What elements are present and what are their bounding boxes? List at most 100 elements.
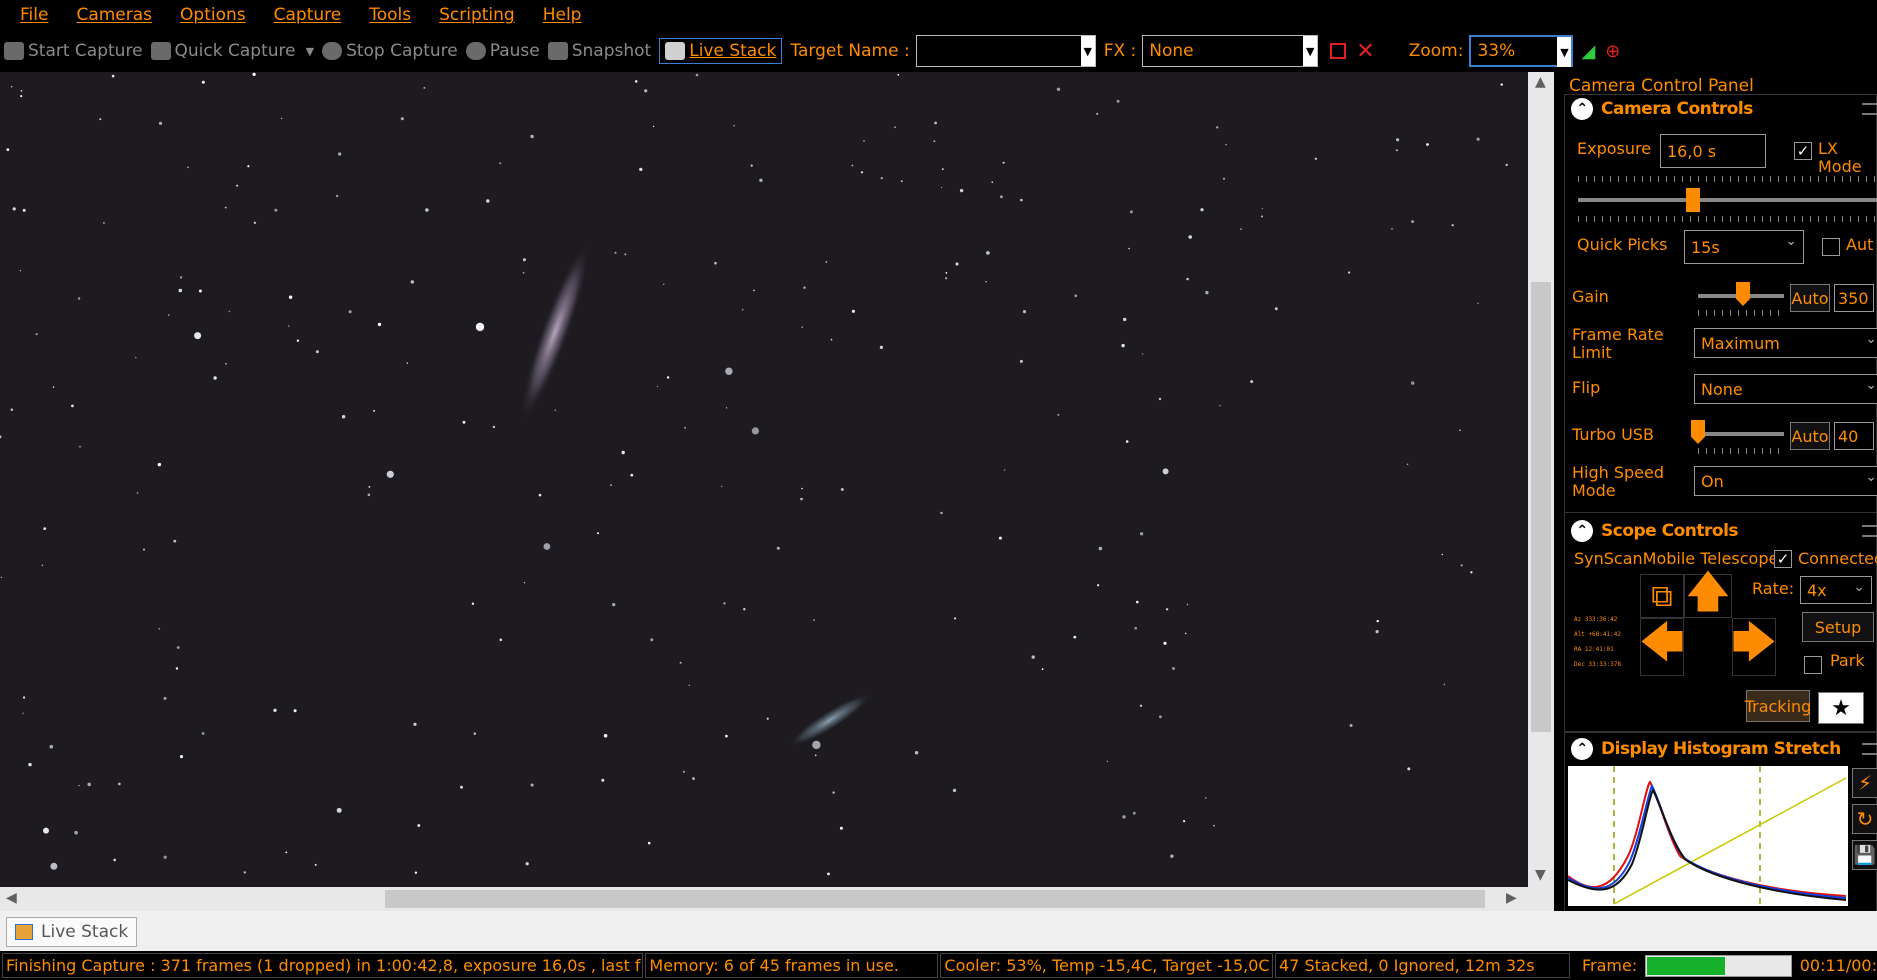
live-stack-icon — [665, 42, 686, 60]
star — [410, 280, 414, 284]
star — [530, 783, 534, 787]
exposure-slider-thumb[interactable] — [1686, 188, 1700, 212]
star — [880, 177, 883, 180]
vertical-scrollbar[interactable]: ▲ ▼ — [1528, 72, 1554, 887]
chevron-up-icon[interactable]: ⌃ — [1571, 520, 1593, 542]
connected-checkbox[interactable]: ✓ — [1774, 550, 1792, 568]
exposure-slider[interactable] — [1578, 198, 1877, 202]
chevron-up-icon[interactable]: ⌃ — [1571, 738, 1593, 760]
arrow-left-icon[interactable]: 🡄 — [1639, 617, 1685, 676]
dropdown-arrow-icon[interactable]: ▼ — [1080, 36, 1095, 66]
star — [614, 251, 617, 254]
star — [118, 782, 121, 786]
turbo-auto-button[interactable]: Auto — [1790, 422, 1830, 450]
menu-capture[interactable]: Capture — [274, 5, 342, 25]
flip-dropdown[interactable]: None — [1694, 374, 1877, 404]
lx-mode-checkbox[interactable]: ✓ — [1794, 142, 1812, 160]
gain-auto-button[interactable]: Auto — [1790, 284, 1830, 312]
scope-coord-alt: Alt +68:41:42 — [1574, 631, 1621, 638]
star — [682, 770, 686, 773]
grip-icon[interactable] — [1862, 743, 1877, 755]
zoom-fit-icon[interactable]: ⊕ — [1605, 41, 1620, 62]
scroll-left-icon[interactable]: ◀ — [6, 890, 17, 906]
star — [650, 638, 654, 642]
live-stack-button[interactable]: Live Stack — [659, 38, 783, 64]
star — [236, 184, 239, 187]
star — [621, 450, 625, 455]
scroll-right-icon[interactable]: ▶ — [1506, 890, 1517, 906]
park-checkbox[interactable] — [1804, 656, 1822, 674]
arrow-up-icon[interactable]: 🡅 — [1684, 566, 1732, 618]
horizontal-scrollbar-thumb[interactable] — [385, 890, 1485, 908]
turbo-usb-slider[interactable] — [1698, 432, 1784, 436]
auto-stretch-icon[interactable]: ⚡ — [1852, 768, 1877, 798]
camera-controls-header[interactable]: ⌃ Camera Controls — [1565, 95, 1877, 123]
star — [12, 207, 16, 211]
star — [19, 270, 22, 272]
grip-icon[interactable] — [1862, 525, 1877, 537]
star — [1041, 668, 1044, 671]
chevron-down-icon[interactable]: ▼ — [306, 45, 314, 58]
live-stack-image[interactable] — [0, 72, 1528, 887]
star — [178, 288, 183, 293]
chevron-up-icon[interactable]: ⌃ — [1571, 98, 1593, 120]
scroll-down-icon[interactable]: ▼ — [1535, 867, 1546, 883]
frame-icon[interactable] — [1330, 43, 1347, 59]
star — [522, 271, 525, 274]
star-icon[interactable]: ★ — [1818, 692, 1864, 724]
galaxy-hockey-stick — [789, 693, 871, 747]
rate-dropdown[interactable]: 4x — [1800, 576, 1872, 604]
vertical-scrollbar-thumb[interactable] — [1531, 282, 1551, 732]
star — [1158, 397, 1162, 401]
star — [801, 487, 803, 490]
turbo-value-input[interactable]: 40 — [1834, 422, 1874, 450]
histogram-header[interactable]: ⌃ Display Histogram Stretch — [1565, 735, 1877, 763]
dropdown-arrow-icon[interactable]: ▼ — [1557, 37, 1572, 67]
snapshot-icon — [547, 42, 568, 60]
star — [52, 386, 55, 388]
quick-capture-button[interactable]: Quick Capture ▼ — [150, 41, 314, 61]
stop-capture-button[interactable]: Stop Capture — [322, 41, 458, 61]
exposure-input[interactable]: 16,0 s — [1660, 134, 1766, 168]
scope-controls-header[interactable]: ⌃ Scope Controls — [1565, 517, 1877, 545]
start-capture-button[interactable]: Start Capture — [4, 41, 143, 61]
star — [499, 638, 503, 642]
setup-button[interactable]: Setup — [1802, 612, 1874, 642]
snapshot-button[interactable]: Snapshot — [547, 41, 651, 61]
menu-tools[interactable]: Tools — [369, 5, 411, 25]
high-speed-dropdown[interactable]: On — [1694, 466, 1877, 496]
star — [1240, 228, 1242, 230]
panel-splitter[interactable] — [1554, 72, 1564, 911]
tracking-button[interactable]: Tracking — [1745, 690, 1811, 722]
menu-help[interactable]: Help — [543, 5, 582, 25]
gain-value-input[interactable]: 350 — [1834, 284, 1874, 312]
star — [941, 186, 943, 189]
pause-icon — [465, 42, 486, 60]
auto-checkbox[interactable] — [1822, 238, 1840, 256]
menu-options[interactable]: Options — [180, 5, 246, 25]
quick-picks-dropdown[interactable]: 15s — [1684, 230, 1804, 264]
dropdown-arrow-icon[interactable]: ▼ — [1303, 36, 1318, 66]
target-name-combo[interactable]: ▼ — [915, 35, 1096, 67]
star — [601, 778, 605, 782]
zoom-combo[interactable]: 33% ▼ — [1469, 35, 1574, 67]
pause-button[interactable]: Pause — [465, 41, 540, 61]
histogram-plot[interactable] — [1567, 766, 1848, 906]
horizontal-scrollbar[interactable]: ◀ ▶ — [0, 887, 1554, 911]
menu-file[interactable]: File — [20, 5, 48, 25]
frame-rate-dropdown[interactable]: Maximum — [1694, 328, 1877, 358]
grip-icon[interactable] — [1862, 103, 1877, 115]
star — [194, 332, 202, 340]
crosshair-off-icon[interactable]: ✕ — [1356, 39, 1374, 64]
star — [1139, 532, 1144, 536]
save-stretch-icon[interactable]: 💾 — [1852, 840, 1877, 870]
reset-stretch-icon[interactable]: ↻ — [1852, 804, 1877, 834]
tab-live-stack[interactable]: Live Stack — [6, 917, 138, 947]
fx-combo[interactable]: None ▼ — [1142, 35, 1319, 67]
arrow-right-icon[interactable]: 🡆 — [1731, 617, 1777, 676]
histogram-icon[interactable]: ◢ — [1581, 41, 1595, 62]
star — [22, 712, 24, 714]
menu-scripting[interactable]: Scripting — [439, 5, 515, 25]
scroll-up-icon[interactable]: ▲ — [1535, 74, 1546, 90]
menu-cameras[interactable]: Cameras — [76, 5, 152, 25]
